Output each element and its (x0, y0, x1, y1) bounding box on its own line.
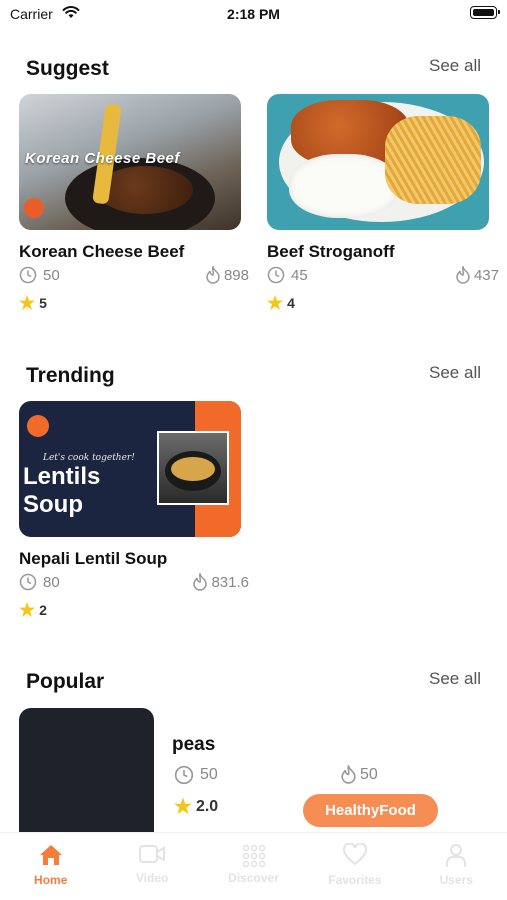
recipe-title: Nepali Lentil Soup (19, 549, 168, 568)
fire-icon (341, 765, 356, 784)
tab-label: Discover (228, 871, 279, 885)
cook-time: 80 (43, 573, 60, 591)
popular-item-image[interactable] (19, 708, 154, 836)
star-icon: ★ (174, 796, 192, 818)
image-overlay-text: Korean Cheese Beef (25, 150, 180, 167)
tab-video[interactable]: Video (101, 833, 202, 900)
suggest-title: Suggest (26, 57, 109, 80)
calories: 50 (360, 765, 378, 783)
star-icon: ★ (267, 293, 284, 313)
recipe-card-korean-cheese-beef[interactable]: Korean Cheese Beef Korean Cheese Beef 50… (19, 94, 249, 313)
tab-bar: Home Video Discover Favorites Users (0, 832, 507, 900)
brand-logo-icon (24, 198, 44, 218)
star-icon: ★ (19, 293, 36, 313)
video-icon (139, 845, 166, 863)
clock-icon (19, 573, 37, 591)
trending-title: Trending (26, 364, 115, 387)
recipe-image[interactable]: Let's cook together! Lentils Soup (19, 401, 241, 537)
image-tagline: Let's cook together! (43, 453, 135, 463)
recipe-image[interactable] (267, 94, 489, 230)
image-title-line-1: Lentils (23, 463, 101, 490)
popular-see-all-link[interactable]: See all (429, 669, 481, 689)
star-icon: ★ (19, 600, 36, 620)
tab-home[interactable]: Home (0, 833, 101, 900)
popular-title: Popular (26, 670, 105, 693)
tab-favorites[interactable]: Favorites (304, 833, 405, 900)
status-bar: Carrier 2:18 PM (0, 0, 507, 30)
recipe-title: Beef Stroganoff (267, 242, 395, 261)
cook-time: 50 (200, 766, 218, 783)
recipe-title: Korean Cheese Beef (19, 242, 185, 261)
cook-time: 45 (291, 266, 308, 284)
grid-icon (242, 844, 265, 868)
category-tag[interactable]: HealthyFood (303, 794, 438, 827)
tab-label: Video (135, 871, 169, 885)
recipe-image[interactable]: Korean Cheese Beef (19, 94, 241, 230)
recipe-card-nepali-lentil-soup[interactable]: Let's cook together! Lentils Soup Nepali… (19, 401, 249, 620)
calories: 831.6 (211, 573, 249, 591)
rating-value: 2.0 (195, 798, 219, 815)
image-title-line-2: Soup (23, 491, 83, 518)
rating-value: 5 (39, 295, 47, 311)
clock-icon (19, 266, 37, 284)
calories: 898 (223, 266, 249, 284)
trending-see-all-link[interactable]: See all (429, 363, 481, 383)
popular-item-title[interactable]: peas (172, 734, 215, 756)
fire-icon (456, 266, 470, 284)
tab-label: Favorites (328, 873, 382, 887)
recipe-card-beef-stroganoff[interactable]: Beef Stroganoff 45 437 ★ 4 (267, 94, 499, 313)
clock: 2:18 PM (227, 6, 280, 22)
tab-discover[interactable]: Discover (203, 833, 304, 900)
fire-icon (206, 266, 220, 284)
calories: 437 (473, 266, 499, 284)
tab-label: Users (439, 873, 473, 887)
clock-icon (174, 765, 194, 785)
home-icon (39, 845, 62, 865)
clock-icon (267, 266, 285, 284)
battery-icon (470, 6, 500, 19)
cook-time: 50 (43, 266, 60, 284)
brand-logo-icon (27, 415, 49, 437)
rating-value: 2 (39, 602, 47, 618)
heart-icon (342, 843, 367, 866)
tab-label: Home (34, 873, 68, 887)
rating-value: 4 (287, 295, 295, 311)
fire-icon (193, 573, 208, 591)
suggest-see-all-link[interactable]: See all (429, 56, 481, 76)
user-icon (446, 844, 467, 867)
tab-users[interactable]: Users (406, 833, 507, 900)
